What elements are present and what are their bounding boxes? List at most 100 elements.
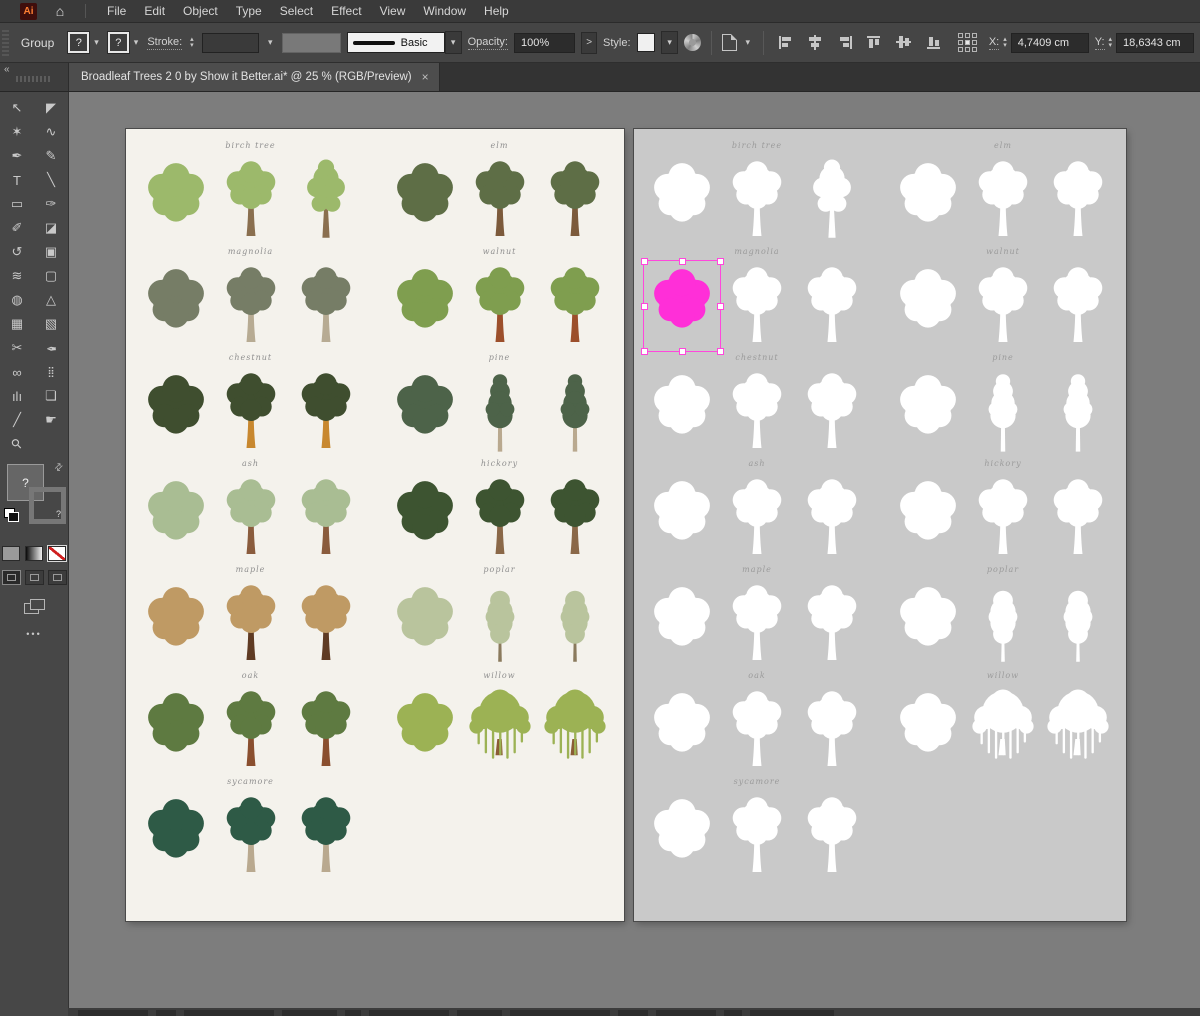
y-value-field[interactable]: 18,6343 cm [1116,33,1194,53]
tree-hickory-3[interactable] [1042,474,1114,562]
tree-oak-2[interactable] [215,686,287,774]
tree-poplar-3[interactable] [539,580,611,668]
x-stepper[interactable]: ▴▾ [1001,37,1009,49]
stroke-weight-stepper[interactable]: ▴▾ [188,37,196,49]
species-label[interactable]: Ash [748,459,765,472]
opacity-expand-button[interactable]: > [581,32,597,54]
species-label[interactable]: Chestnut [735,353,778,366]
species-label[interactable]: Walnut [483,247,517,260]
species-label[interactable]: Walnut [986,247,1020,260]
mesh-tool[interactable]: ▦ [0,312,34,336]
blend-tool[interactable]: ∞ [0,360,34,384]
curvature-tool[interactable]: ✎ [34,144,68,168]
zoom-tool[interactable]: ⚲ [0,432,34,456]
species-label[interactable]: Magnolia [734,247,779,260]
menu-file[interactable]: File [98,2,135,20]
tree-oak-1[interactable] [646,686,718,774]
selection-tool[interactable]: ↖ [0,96,34,120]
species-label[interactable]: Chestnut [229,353,272,366]
chevron-down-icon[interactable]: ▾ [445,31,462,54]
tree-chestnut-3[interactable] [796,368,868,456]
tree-maple-3[interactable] [796,580,868,668]
tree-birch-tree-1[interactable] [646,156,718,244]
tree-birch-tree-2[interactable] [721,156,793,244]
canvas-pasteboard[interactable]: Birch Tree Elm Magnolia Walnut Chestnut Pine A… [69,92,1200,1016]
artboard-color[interactable]: Birch TreeElmMagnoliaWalnutChestnutPineA… [126,129,624,921]
align-horizontal-center-icon[interactable] [804,33,828,53]
tree-elm-2[interactable] [464,156,536,244]
menu-select[interactable]: Select [271,2,322,20]
tree-maple-2[interactable] [721,580,793,668]
chevron-down-icon[interactable]: ▾ [131,35,142,50]
menu-object[interactable]: Object [174,2,227,20]
tree-oak-3[interactable] [290,686,362,774]
screen-mode-button[interactable] [24,599,44,613]
shaper-tool[interactable]: ✐ [0,216,34,240]
tree-sycamore-3[interactable] [796,792,868,880]
species-label[interactable]: Elm [491,141,509,154]
tree-magnolia-2[interactable] [215,262,287,350]
x-value-field[interactable]: 4,7409 cm [1011,33,1089,53]
tree-walnut-2[interactable] [967,262,1039,350]
width-tool[interactable]: ≋ [0,264,34,288]
brush-dropdown[interactable]: Basic ▾ [347,31,462,54]
brush-preview[interactable]: Basic [347,32,445,53]
menu-edit[interactable]: Edit [135,2,174,20]
align-top-icon[interactable] [863,33,887,53]
hand-tool[interactable]: ☛ [34,408,68,432]
species-label[interactable]: Willow [483,671,515,684]
chevron-down-icon[interactable]: ▾ [265,35,276,50]
tree-maple-1[interactable] [140,580,212,668]
y-stepper[interactable]: ▴▾ [1107,37,1115,49]
tree-ash-1[interactable] [140,474,212,562]
gradient-tool[interactable]: ▧ [34,312,68,336]
tree-poplar-2[interactable] [464,580,536,668]
stroke-proxy[interactable]: ? [29,487,66,524]
tree-pine-3[interactable] [1042,368,1114,456]
tree-ash-2[interactable] [721,474,793,562]
draw-behind-button[interactable] [25,570,44,585]
pen-tool[interactable]: ✒ [0,144,34,168]
magic-wand-tool[interactable]: ✶ [0,120,34,144]
tree-hickory-1[interactable] [892,474,964,562]
species-label[interactable]: Maple [236,565,266,578]
perspective-grid-tool[interactable]: △ [34,288,68,312]
shape-builder-tool[interactable]: ◍ [0,288,34,312]
tree-walnut-1[interactable] [389,262,461,350]
tree-elm-2[interactable] [967,156,1039,244]
species-label[interactable]: Willow [987,671,1019,684]
reference-point-grid[interactable] [958,33,977,52]
eraser-tool[interactable]: ◪ [34,216,68,240]
line-segment-tool[interactable]: ╲ [34,168,68,192]
tree-pine-3[interactable] [539,368,611,456]
tree-elm-1[interactable] [892,156,964,244]
species-label[interactable]: Pine [489,353,511,366]
species-label[interactable]: Sycamore [734,777,781,790]
document-tab[interactable]: Broadleaf Trees 2 0 by Show it Better.ai… [69,63,440,91]
species-label[interactable]: Pine [992,353,1014,366]
tree-poplar-3[interactable] [1042,580,1114,668]
align-left-icon[interactable] [774,33,798,53]
chevron-down-icon[interactable]: ▾ [743,35,754,50]
tree-hickory-2[interactable] [967,474,1039,562]
tree-willow-2[interactable] [464,686,536,774]
tree-ash-2[interactable] [215,474,287,562]
stroke-swatch[interactable]: ? [108,32,129,53]
direct-selection-tool[interactable]: ◤ [34,96,68,120]
tree-birch-tree-3[interactable] [290,156,362,244]
tree-chestnut-2[interactable] [215,368,287,456]
tree-walnut-2[interactable] [464,262,536,350]
recolor-artwork-icon[interactable] [684,34,701,51]
species-label[interactable]: Poplar [483,565,515,578]
rotate-tool[interactable]: ↺ [0,240,34,264]
menu-view[interactable]: View [371,2,415,20]
draw-normal-button[interactable] [2,570,21,585]
graph-tool[interactable]: ılı [0,384,34,408]
tree-pine-2[interactable] [967,368,1039,456]
species-label[interactable]: Birch Tree [225,141,275,154]
species-label[interactable]: Oak [242,671,259,684]
tree-hickory-1[interactable] [389,474,461,562]
species-label[interactable]: Hickory [481,459,518,472]
tree-sycamore-3[interactable] [290,792,362,880]
tree-birch-tree-3[interactable] [796,156,868,244]
